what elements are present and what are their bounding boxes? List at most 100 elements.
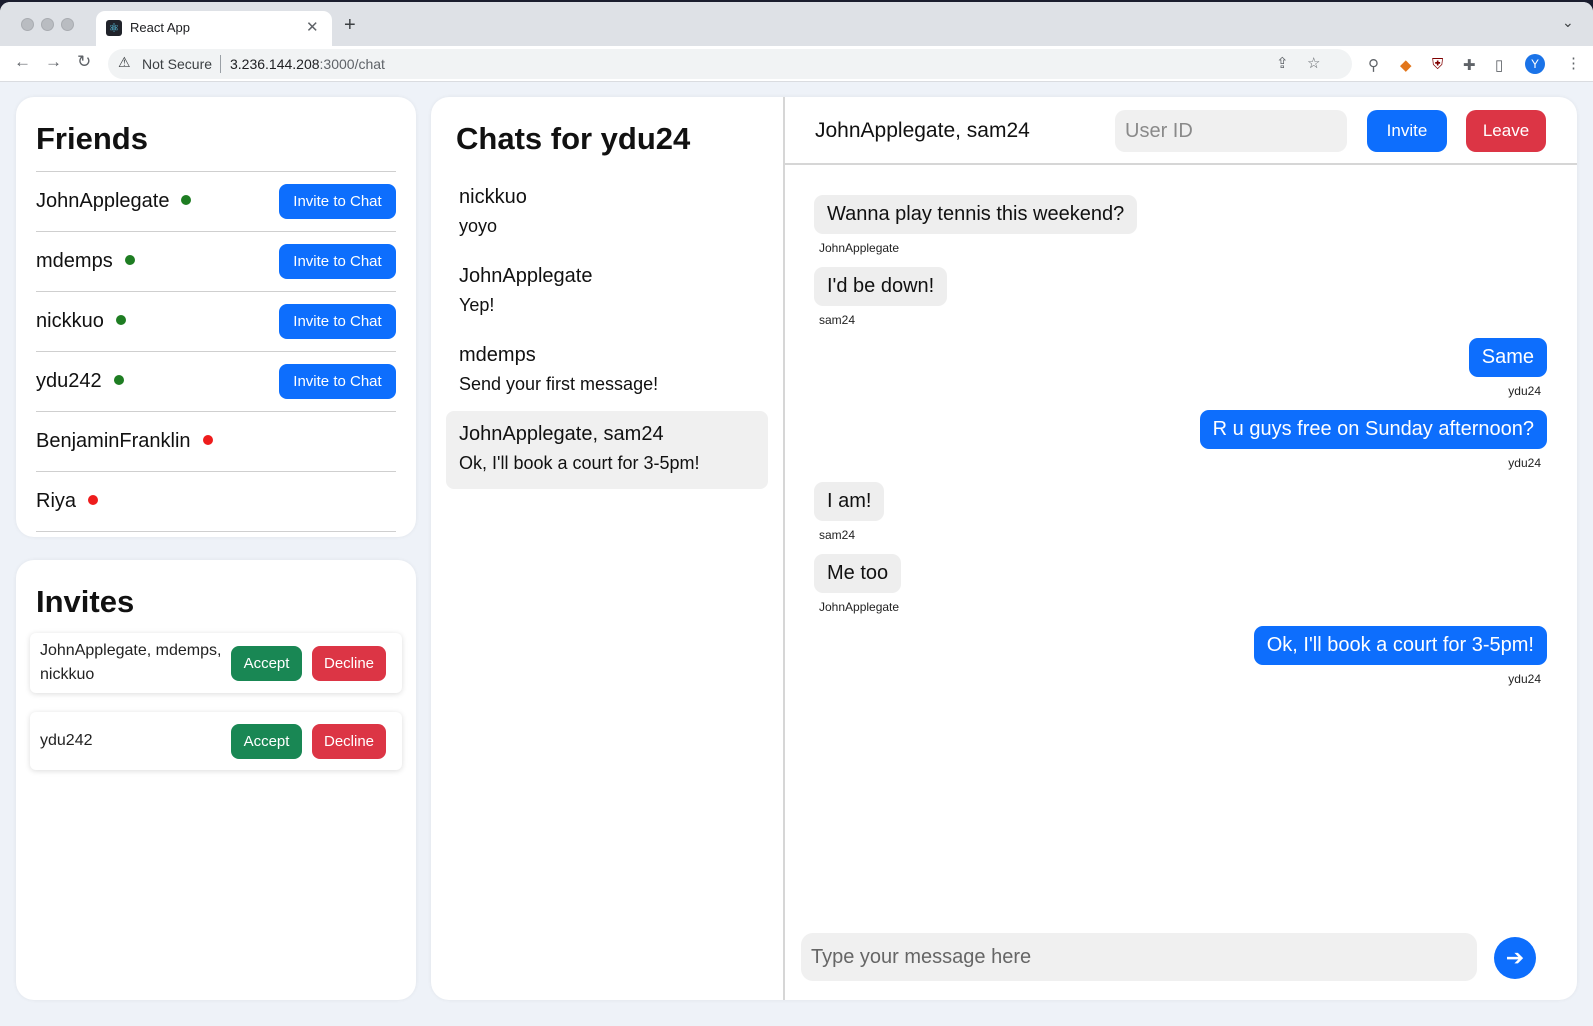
conversation-header: JohnApplegate, sam24 Invite Leave [785, 97, 1577, 165]
metamask-fox-icon[interactable]: ◆ [1400, 56, 1412, 74]
chat-preview: Send your first message! [459, 374, 659, 394]
security-label[interactable]: Not Secure [142, 56, 212, 72]
chat-list-item[interactable]: JohnApplegate Yep! [446, 253, 768, 331]
tab-search-icon[interactable]: ⌄ [1562, 14, 1574, 31]
minimize-window-button[interactable] [41, 18, 54, 31]
status-online-dot [113, 374, 124, 385]
leave-button[interactable]: Leave [1466, 110, 1546, 152]
friend-name: mdemps [36, 250, 135, 273]
message-bubble: I'd be down! [814, 267, 948, 306]
accept-button[interactable]: Accept [231, 724, 302, 759]
message-sender: ydu24 [1508, 456, 1541, 470]
friend-name: JohnApplegate [36, 190, 192, 213]
message-sender: sam24 [819, 313, 856, 327]
browser-tab[interactable]: ⚛ React App ✕ [96, 11, 332, 46]
friends-panel: Friends JohnApplegate Invite to Chat mdemp… [16, 97, 416, 537]
decline-button[interactable]: Decline [312, 646, 386, 681]
chat-list-item[interactable]: nickkuo yoyo [446, 174, 768, 252]
user-id-input[interactable] [1115, 110, 1347, 152]
chat-preview: yoyo [459, 216, 498, 236]
invite-to-chat-button[interactable]: Invite to Chat [279, 184, 396, 219]
friend-row: BenjaminFranklin [36, 412, 396, 472]
chat-list-item-active[interactable]: JohnApplegate, sam24 Ok, I'll book a cou… [446, 411, 768, 489]
invites-panel: Invites JohnApplegate, mdemps, nickkuo A… [16, 560, 416, 1000]
bookmark-star-icon[interactable]: ☆ [1307, 54, 1320, 72]
message-sender: ydu24 [1508, 672, 1541, 686]
message-incoming: Me too JohnApplegate [814, 554, 902, 614]
message-bubble: Same [1468, 338, 1547, 377]
invite-to-chat-button[interactable]: Invite to Chat [279, 364, 396, 399]
invite-button[interactable]: Invite [1367, 110, 1447, 152]
message-bubble: I am! [814, 482, 885, 521]
warning-icon[interactable]: ⚠ [118, 54, 131, 71]
message-bubble: R u guys free on Sunday afternoon? [1199, 410, 1547, 449]
invite-names: ydu242 [40, 732, 93, 749]
url-host: 3.236.144.208 [230, 56, 320, 72]
message-outgoing: R u guys free on Sunday afternoon? ydu24 [1199, 410, 1547, 470]
status-online-dot [115, 314, 126, 325]
message-sender: JohnApplegate [819, 600, 900, 614]
invite-to-chat-button[interactable]: Invite to Chat [279, 304, 396, 339]
url-separator [220, 55, 221, 73]
browser-toolbar: ← → ↻ ⚠ Not Secure 3.236.144.208:3000/ch… [0, 46, 1593, 82]
close-window-button[interactable] [21, 18, 34, 31]
friend-name: nickkuo [36, 310, 126, 333]
ublock-shield-icon[interactable]: ⛨ [1432, 56, 1443, 73]
address-bar[interactable]: ⚠ Not Secure 3.236.144.208:3000/chat ⇪ ☆ [108, 49, 1352, 79]
profile-avatar[interactable]: Y [1525, 54, 1545, 74]
friend-name-label: nickkuo [36, 310, 104, 332]
back-icon[interactable]: ← [14, 52, 31, 72]
chat-name: JohnApplegate [459, 265, 593, 287]
friend-name-label: Riya [36, 490, 77, 512]
message-outgoing: Same ydu24 [1468, 338, 1547, 398]
friend-name-label: BenjaminFranklin [36, 430, 191, 452]
close-tab-icon[interactable]: ✕ [306, 18, 319, 36]
share-icon[interactable]: ⇪ [1276, 54, 1289, 72]
message-sender: JohnApplegate [819, 241, 900, 255]
accept-button[interactable]: Accept [231, 646, 302, 681]
friend-name: Riya [36, 490, 99, 513]
message-bubble: Wanna play tennis this weekend? [814, 195, 1138, 234]
send-button[interactable]: ➔ [1494, 937, 1536, 979]
chat-list-item[interactable]: mdemps Send your first message! [446, 332, 768, 410]
puzzle-extensions-icon[interactable]: ✚ [1463, 56, 1476, 74]
message-bubble: Ok, I'll book a court for 3-5pm! [1253, 626, 1547, 665]
friend-name-label: mdemps [36, 250, 113, 272]
friend-row: Riya [36, 472, 396, 532]
friend-row: nickkuo Invite to Chat [36, 292, 396, 352]
invite-item: JohnApplegate, mdemps, nickkuo Accept De… [30, 633, 402, 693]
new-tab-icon[interactable]: + [344, 14, 356, 37]
invite-item: ydu242 Accept Decline [30, 712, 402, 770]
arrow-right-icon: ➔ [1505, 945, 1525, 970]
side-panel-icon[interactable]: ▯ [1495, 56, 1503, 74]
message-sender: sam24 [819, 528, 856, 542]
invite-to-chat-button[interactable]: Invite to Chat [279, 244, 396, 279]
message-bubble: Me too [814, 554, 902, 593]
message-incoming: Wanna play tennis this weekend? JohnAppl… [814, 195, 1138, 255]
tab-title: React App [130, 20, 190, 35]
chat-name: nickkuo [459, 186, 527, 208]
message-incoming: I am! sam24 [814, 482, 885, 542]
invite-names: JohnApplegate, mdemps, nickkuo [40, 642, 222, 683]
maximize-window-button[interactable] [61, 18, 74, 31]
friends-list: JohnApplegate Invite to Chat mdemps Invite … [36, 171, 396, 532]
status-online-dot [181, 194, 192, 205]
extension-icon[interactable]: ⚲ [1368, 56, 1379, 74]
decline-button[interactable]: Decline [312, 724, 386, 759]
reload-icon[interactable]: ↻ [77, 52, 91, 72]
chats-title: Chats for ydu24 [456, 121, 691, 156]
message-incoming: I'd be down! sam24 [814, 267, 948, 327]
friend-name: ydu242 [36, 370, 124, 393]
status-online-dot [124, 254, 135, 265]
friend-row: ydu242 Invite to Chat [36, 352, 396, 412]
chat-preview: Yep! [459, 295, 495, 315]
forward-icon[interactable]: → [45, 52, 62, 72]
invites-title: Invites [36, 584, 135, 619]
message-input[interactable] [801, 933, 1477, 981]
url-text[interactable]: 3.236.144.208:3000/chat [230, 56, 385, 72]
chat-panel: Chats for ydu24 nickkuo yoyo JohnApplega… [431, 97, 1577, 1000]
more-menu-icon[interactable]: ⋮ [1566, 54, 1581, 72]
url-path: :3000/chat [319, 56, 385, 72]
friends-title: Friends [36, 121, 148, 156]
friend-row: JohnApplegate Invite to Chat [36, 172, 396, 232]
